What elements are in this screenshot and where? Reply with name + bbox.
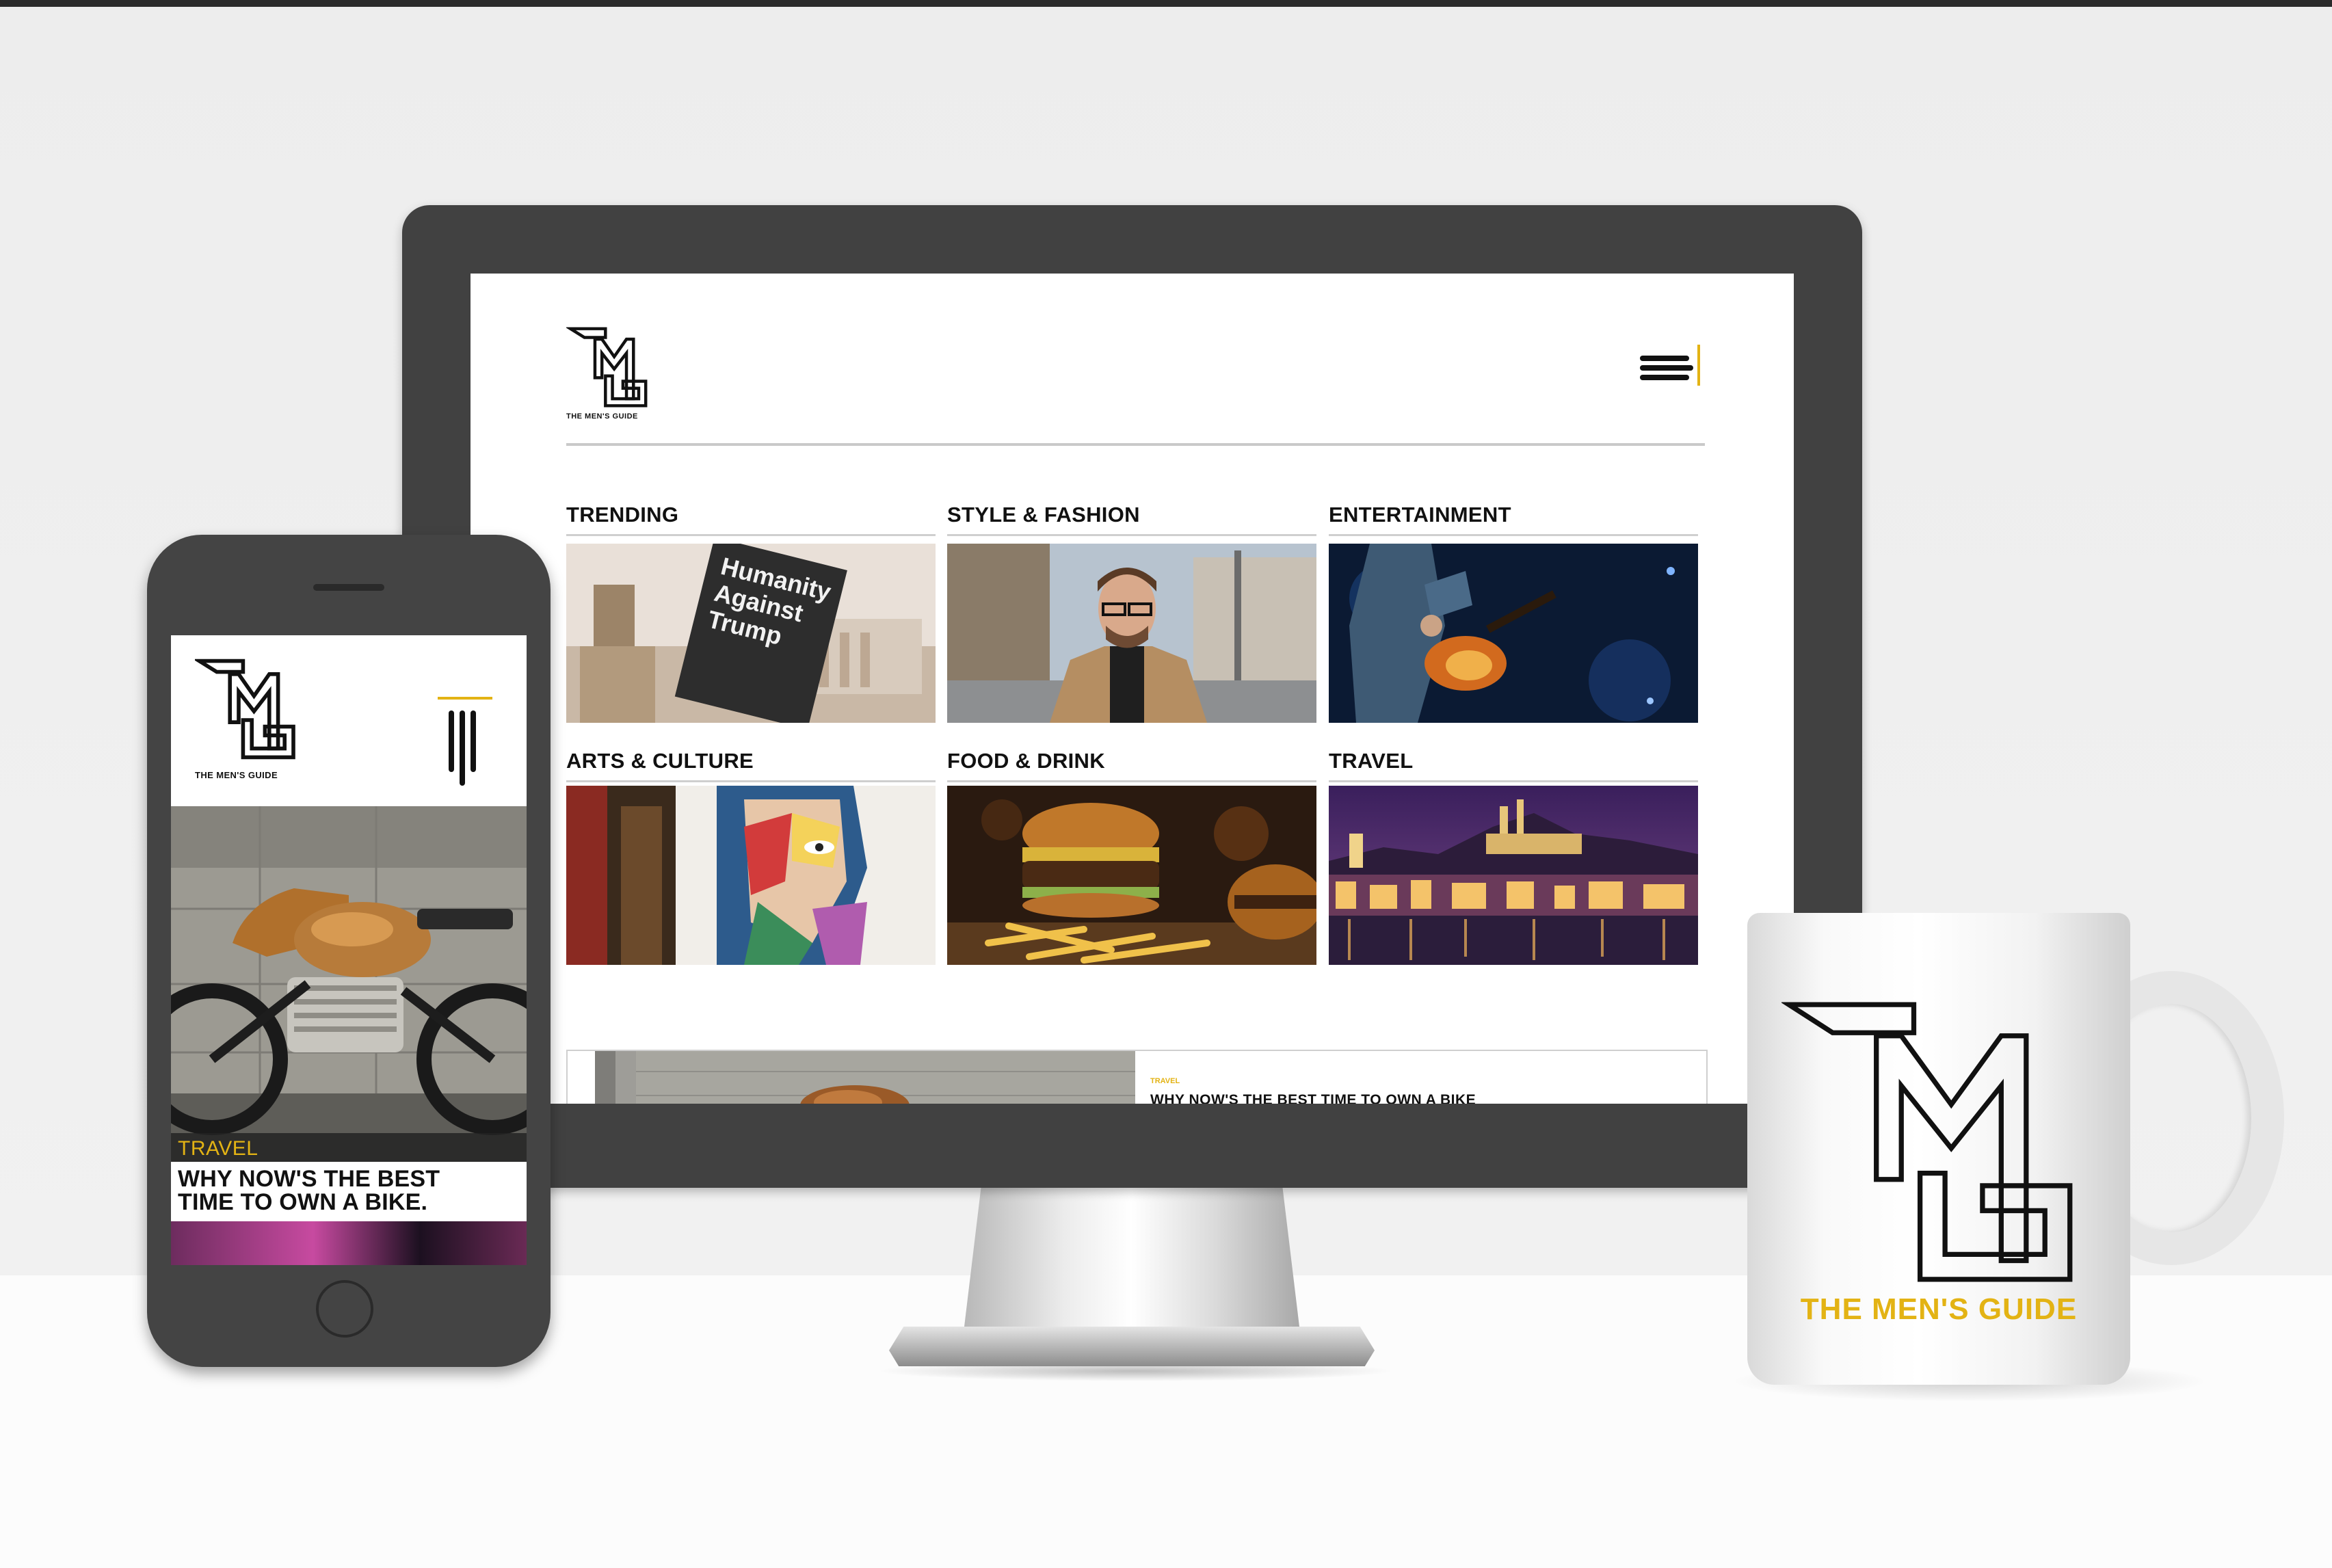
category-travel[interactable]: TRAVEL bbox=[1329, 749, 1698, 965]
man-in-glasses-photo bbox=[947, 544, 1316, 723]
monitor-stand-neck bbox=[964, 1188, 1299, 1327]
category-title: ARTS & CULTURE bbox=[566, 749, 936, 782]
header-divider bbox=[566, 443, 1705, 446]
menu-accent-line bbox=[1697, 345, 1700, 386]
monitor-stand-base bbox=[889, 1327, 1375, 1366]
tmg-monogram-icon bbox=[566, 327, 648, 408]
hamburger-menu-icon[interactable] bbox=[1640, 345, 1701, 390]
tmg-monogram-icon bbox=[1781, 1002, 2073, 1282]
top-border bbox=[0, 0, 2332, 7]
street-mural-photo bbox=[566, 786, 936, 965]
category-title: TRENDING bbox=[566, 503, 936, 536]
site-logo-wordmark: THE MEN'S GUIDE bbox=[566, 412, 638, 421]
smartphone: THE MEN'S GUIDE TRAVEL WHY NOW'S THE BES… bbox=[147, 535, 551, 1367]
category-grid: TRENDING Humanity Against Trump STYLE & … bbox=[566, 503, 1705, 965]
vertical-bars-menu-icon[interactable] bbox=[438, 697, 492, 786]
city-castle-night-photo bbox=[1329, 786, 1698, 965]
tmg-monogram-icon bbox=[192, 659, 295, 760]
mobile-logo-wordmark: THE MEN'S GUIDE bbox=[195, 770, 278, 780]
category-arts-culture[interactable]: ARTS & CULTURE bbox=[566, 749, 936, 965]
mug-brand-text: THE MEN'S GUIDE bbox=[1800, 1292, 2078, 1326]
desktop-monitor: THE MEN'S GUIDE TRENDING Humanity Agains… bbox=[402, 205, 1862, 1188]
product-mockup-scene: THE MEN'S GUIDE TRENDING Humanity Agains… bbox=[0, 0, 2332, 1568]
featured-article-card[interactable]: TRAVEL WHY NOW'S THE BEST TIME TO OWN A … bbox=[566, 1050, 1708, 1104]
phone-speaker bbox=[313, 584, 384, 591]
category-trending[interactable]: TRENDING Humanity Against Trump bbox=[566, 503, 936, 723]
phone-home-button bbox=[316, 1280, 373, 1338]
motorcycle-wall-photo bbox=[568, 1051, 1135, 1104]
mobile-next-article-preview[interactable] bbox=[171, 1221, 527, 1265]
featured-article-tag: TRAVEL bbox=[1150, 1077, 1180, 1085]
mobile-article-tag: TRAVEL bbox=[178, 1137, 259, 1160]
featured-article-headline: WHY NOW'S THE BEST TIME TO OWN A BIKE bbox=[1150, 1092, 1476, 1104]
branded-mug: THE MEN'S GUIDE bbox=[1747, 913, 2130, 1385]
mobile-screen: THE MEN'S GUIDE TRAVEL WHY NOW'S THE BES… bbox=[171, 635, 527, 1265]
category-title: STYLE & FASHION bbox=[947, 503, 1316, 536]
protest-sign-photo: Humanity Against Trump bbox=[566, 544, 936, 723]
category-title: TRAVEL bbox=[1329, 749, 1698, 782]
category-food-drink[interactable]: FOOD & DRINK bbox=[947, 749, 1316, 965]
mobile-article-headline[interactable]: WHY NOW'S THE BEST TIME TO OWN A BIKE. bbox=[178, 1167, 520, 1214]
guitarist-on-stage-photo bbox=[1329, 544, 1698, 723]
menu-accent-line bbox=[438, 697, 492, 700]
category-entertainment[interactable]: ENTERTAINMENT bbox=[1329, 503, 1698, 723]
mobile-hero-article[interactable]: TRAVEL bbox=[171, 806, 527, 1162]
category-title: ENTERTAINMENT bbox=[1329, 503, 1698, 536]
mobile-hero-tag-bar: TRAVEL bbox=[171, 1133, 527, 1162]
category-style-fashion[interactable]: STYLE & FASHION bbox=[947, 503, 1316, 723]
mobile-logo-link[interactable]: THE MEN'S GUIDE bbox=[192, 654, 311, 780]
site-logo-link[interactable]: THE MEN'S GUIDE bbox=[566, 323, 669, 421]
desktop-screen: THE MEN'S GUIDE TRENDING Humanity Agains… bbox=[471, 274, 1794, 1104]
burger-and-fries-photo bbox=[947, 786, 1316, 965]
vintage-motorcycle-photo bbox=[171, 806, 527, 1162]
category-title: FOOD & DRINK bbox=[947, 749, 1316, 782]
